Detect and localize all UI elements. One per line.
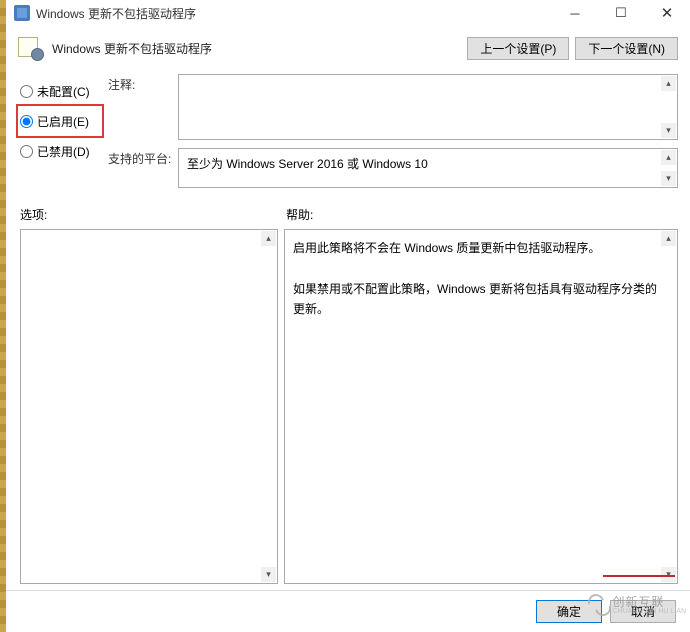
options-label: 选项: [20,206,286,223]
window-title: Windows 更新不包括驱动程序 [36,5,196,22]
previous-setting-button[interactable]: 上一个设置(P) [467,37,569,60]
scroll-up-icon[interactable]: ▴ [661,76,676,91]
bottom-bar: 确定 取消 [6,590,690,632]
help-pane[interactable]: 启用此策略将不会在 Windows 质量更新中包括驱动程序。 如果禁用或不配置此… [284,229,678,584]
scroll-up-icon[interactable]: ▴ [661,150,676,165]
radio-not-configured[interactable]: 未配置(C) [20,78,98,104]
header-row: Windows 更新不包括驱动程序 上一个设置(P) 下一个设置(N) [6,26,690,70]
platform-row: 支持的平台: 至少为 Windows Server 2016 或 Windows… [108,148,678,188]
app-icon [14,5,30,21]
minimize-button[interactable]: ─ [552,0,598,26]
radio-disabled-input[interactable] [20,145,33,158]
platform-value: 至少为 Windows Server 2016 或 Windows 10 [187,157,428,171]
comment-label: 注释: [108,74,178,140]
platform-label: 支持的平台: [108,148,178,188]
next-setting-button[interactable]: 下一个设置(N) [575,37,678,60]
lower-labels: 选项: 帮助: [6,196,690,225]
fields-column: 注释: ▴ ▾ 支持的平台: 至少为 Windows Server 2016 或… [108,74,678,196]
scroll-down-icon[interactable]: ▾ [261,567,276,582]
radio-not-configured-input[interactable] [20,85,33,98]
options-pane[interactable]: ▴ ▾ [20,229,278,584]
titlebar: Windows 更新不包括驱动程序 ─ ☐ ✕ [6,0,690,26]
maximize-button[interactable]: ☐ [598,0,644,26]
radio-enabled[interactable]: 已启用(E) [20,108,98,134]
comment-row: 注释: ▴ ▾ [108,74,678,140]
close-button[interactable]: ✕ [644,0,690,26]
scroll-down-icon[interactable]: ▾ [661,171,676,186]
watermark-icon [588,592,614,618]
accent-underline [603,575,675,577]
watermark-en: CHUANG XIN HU LIAN [612,608,686,615]
radio-enabled-input[interactable] [20,115,33,128]
comment-textbox[interactable]: ▴ ▾ [178,74,678,140]
help-label: 帮助: [286,206,313,223]
policy-icon [16,35,44,61]
watermark: 创新互联 CHUANG XIN HU LIAN [588,590,686,620]
platform-textbox: 至少为 Windows Server 2016 或 Windows 10 ▴ ▾ [178,148,678,188]
radio-column: 未配置(C) 已启用(E) 已禁用(D) [20,74,98,196]
upper-section: 未配置(C) 已启用(E) 已禁用(D) 注释: ▴ ▾ [6,70,690,196]
help-paragraph-2: 如果禁用或不配置此策略，Windows 更新将包括具有驱动程序分类的更新。 [293,279,659,320]
scroll-up-icon[interactable]: ▴ [261,231,276,246]
dialog-window: Windows 更新不包括驱动程序 ─ ☐ ✕ Windows 更新不包括驱动程… [6,0,690,632]
radio-disabled[interactable]: 已禁用(D) [20,138,98,164]
panes: ▴ ▾ 启用此策略将不会在 Windows 质量更新中包括驱动程序。 如果禁用或… [6,225,690,590]
radio-enabled-highlight: 已启用(E) [16,104,104,138]
radio-enabled-label: 已启用(E) [37,113,89,130]
watermark-zh: 创新互联 [612,596,686,608]
header-title: Windows 更新不包括驱动程序 [52,40,212,57]
radio-disabled-label: 已禁用(D) [37,143,90,160]
help-paragraph-1: 启用此策略将不会在 Windows 质量更新中包括驱动程序。 [293,238,659,258]
radio-not-configured-label: 未配置(C) [37,83,90,100]
scroll-down-icon[interactable]: ▾ [661,123,676,138]
scroll-up-icon[interactable]: ▴ [661,231,676,246]
